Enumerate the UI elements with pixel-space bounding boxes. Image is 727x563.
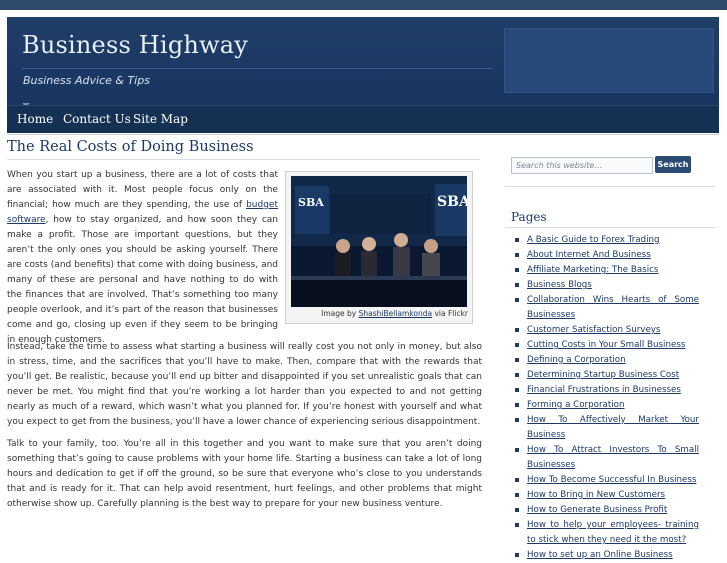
sba-sign-left: SBA: [298, 196, 324, 209]
list-item: Customer Satisfaction Surveys: [513, 323, 699, 338]
paragraph-text: , how to stay organized, and how soon th…: [7, 215, 278, 345]
page-link[interactable]: How To Become Successful In Business: [527, 475, 696, 485]
search-button[interactable]: Search: [655, 156, 691, 173]
page-link[interactable]: Affiliate Marketing: The Basics: [527, 265, 658, 275]
post-title-divider: [7, 159, 480, 160]
list-item: Affiliate Marketing: The Basics: [513, 263, 699, 278]
main-nav: Home Contact Us Site Map: [7, 105, 719, 133]
list-item: Defining a Corporation: [513, 353, 699, 368]
page-link[interactable]: Customer Satisfaction Surveys: [527, 325, 660, 335]
post-paragraph-2: Instead, take the time to assess what st…: [7, 342, 482, 427]
title-divider: [22, 68, 492, 69]
page-link[interactable]: How To Attract Investors To Small Busine…: [527, 445, 699, 470]
post-paragraph-3: Talk to your family, too. You’re all in …: [7, 439, 482, 509]
sidebar-divider: [505, 186, 715, 187]
list-item: Business Blogs: [513, 278, 699, 293]
page-link[interactable]: Determining Startup Business Cost: [527, 370, 679, 380]
list-item: A Basic Guide to Forex Trading: [513, 233, 699, 248]
site-tagline: Business Advice & Tips: [23, 74, 150, 87]
list-item: How to Generate Business Profit: [513, 503, 699, 518]
list-item: How to set up an Online Business: [513, 548, 699, 563]
top-bar: [0, 0, 727, 10]
list-item: Financial Frustrations in Businesses: [513, 383, 699, 398]
list-item: How To Become Successful In Business: [513, 473, 699, 488]
nav-site-map[interactable]: Site Map: [133, 112, 188, 126]
page-link[interactable]: How to set up an Online Business: [527, 550, 673, 560]
page-link[interactable]: Business Blogs: [527, 280, 592, 290]
nav-contact-us[interactable]: Contact Us: [63, 112, 131, 126]
post-paragraph-1: When you start up a business, there are …: [7, 168, 278, 348]
site-header: Business Highway Business Advice & Tips: [7, 17, 719, 105]
header-banner-area: [504, 28, 714, 93]
page-link[interactable]: How to Bring in New Customers: [527, 490, 665, 500]
content-top-divider: [7, 134, 719, 135]
list-item: How to Bring in New Customers: [513, 488, 699, 503]
post-title[interactable]: The Real Costs of Doing Business: [7, 139, 254, 155]
nav-home[interactable]: Home: [17, 112, 53, 126]
page-link[interactable]: A Basic Guide to Forex Trading: [527, 235, 660, 245]
paragraph-text: When you start up a business, there are …: [7, 170, 278, 210]
list-item: Cutting Costs in Your Small Business: [513, 338, 699, 353]
list-item: How To Attract Investors To Small Busine…: [513, 443, 699, 473]
sba-sign-right: SBA: [437, 194, 467, 210]
caption-suffix: via Flickr: [432, 309, 468, 318]
list-item: Forming a Corporation: [513, 398, 699, 413]
list-item: Collaboration Wins Hearts of Some Busine…: [513, 293, 699, 323]
list-item: How To Affectively Market Your Business: [513, 413, 699, 443]
pages-heading: Pages: [511, 210, 547, 224]
list-item: About Internet And Business: [513, 248, 699, 263]
page-link[interactable]: How To Affectively Market Your Business: [527, 415, 699, 440]
page-link[interactable]: About Internet And Business: [527, 250, 651, 260]
page-link[interactable]: Forming a Corporation: [527, 400, 624, 410]
page-link[interactable]: Defining a Corporation: [527, 355, 626, 365]
pages-list: A Basic Guide to Forex Trading About Int…: [513, 233, 699, 563]
sba-panel-photo[interactable]: SBA SBA: [291, 176, 467, 307]
list-item: How to help your employees- training to …: [513, 518, 699, 548]
page-link[interactable]: How to Generate Business Profit: [527, 505, 667, 515]
site-title[interactable]: Business Highway: [22, 31, 248, 59]
search-input[interactable]: Search this website…: [511, 157, 653, 174]
caption-author-link[interactable]: ShashiBellamkonda: [359, 309, 432, 318]
caption-prefix: Image by: [321, 309, 359, 318]
pages-heading-divider: [505, 227, 715, 228]
page-link[interactable]: Cutting Costs in Your Small Business: [527, 340, 685, 350]
page-link[interactable]: Collaboration Wins Hearts of Some Busine…: [527, 295, 699, 320]
page-link[interactable]: Financial Frustrations in Businesses: [527, 385, 681, 395]
post-image-figure: SBA SBA Image by ShashiBellamkonda via F…: [285, 171, 473, 324]
image-caption: Image by ShashiBellamkonda via Flickr: [286, 309, 468, 318]
list-item: Determining Startup Business Cost: [513, 368, 699, 383]
page-link[interactable]: How to help your employees- training to …: [527, 520, 699, 545]
